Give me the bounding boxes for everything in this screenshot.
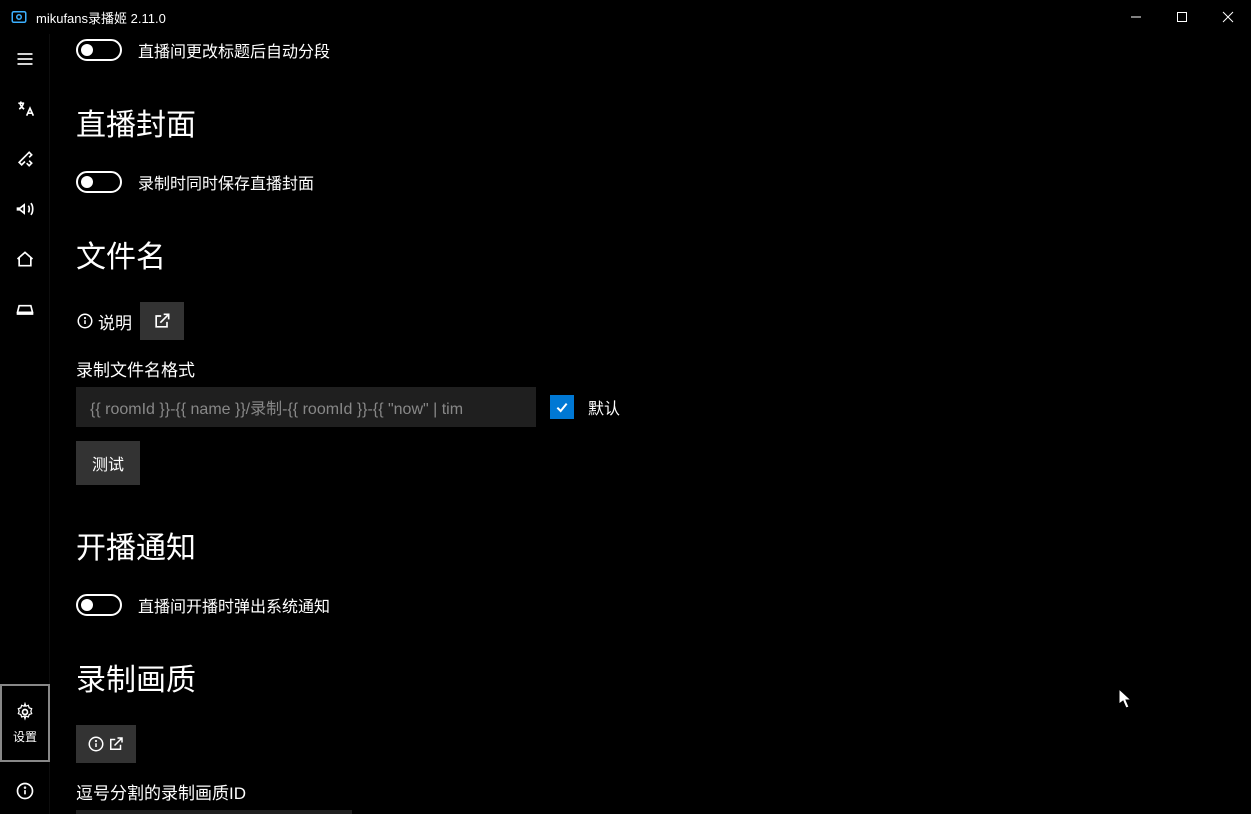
section-heading: 开播通知: [76, 523, 1225, 567]
info-circle-icon: [76, 312, 94, 330]
check-icon: [554, 399, 570, 415]
hamburger-menu-icon[interactable]: [0, 34, 50, 84]
titlebar: mikufans录播姬 2.11.0: [0, 0, 1251, 34]
section-quality: 录制画质 逗号分割的录制画质ID 默认: [76, 655, 1225, 814]
drive-icon[interactable]: [0, 284, 50, 334]
section-notify: 开播通知 直播间开播时弹出系统通知: [76, 523, 1225, 617]
auto-split-label: 直播间更改标题后自动分段: [138, 38, 330, 62]
info-circle-icon: [87, 735, 105, 753]
sidebar-item-label: 设置: [13, 728, 37, 745]
toolbox-icon[interactable]: [0, 134, 50, 184]
test-button[interactable]: 测试: [76, 441, 140, 485]
quality-ids-label: 逗号分割的录制画质ID: [76, 779, 1225, 804]
section-filename: 文件名 说明 录制文件名格式 默认 测试: [76, 232, 1225, 485]
external-link-icon: [107, 735, 125, 753]
info-icon[interactable]: [0, 768, 50, 814]
quality-ids-input[interactable]: [76, 810, 352, 814]
window-title: mikufans录播姬 2.11.0: [36, 8, 166, 27]
filename-format-input[interactable]: [76, 387, 536, 427]
section-heading: 文件名: [76, 232, 1225, 276]
save-cover-label: 录制时同时保存直播封面: [138, 170, 314, 194]
sidebar: 设置: [0, 34, 50, 814]
open-external-button[interactable]: [140, 302, 184, 340]
settings-content[interactable]: 直播间更改标题后自动分段 直播封面 录制时同时保存直播封面 文件名 说明: [50, 34, 1251, 814]
minimize-button[interactable]: [1113, 0, 1159, 34]
notify-toggle[interactable]: [76, 594, 122, 616]
default-label: 默认: [588, 395, 620, 419]
notify-label: 直播间开播时弹出系统通知: [138, 593, 330, 617]
announce-icon[interactable]: [0, 184, 50, 234]
gear-icon: [15, 702, 35, 722]
window-controls: [1113, 0, 1251, 34]
maximize-button[interactable]: [1159, 0, 1205, 34]
section-heading: 录制画质: [76, 655, 1225, 699]
save-cover-toggle[interactable]: [76, 171, 122, 193]
section-cover: 直播封面 录制时同时保存直播封面: [76, 100, 1225, 194]
desc-label: 说明: [76, 309, 132, 334]
filename-default-checkbox[interactable]: [550, 395, 574, 419]
filename-format-label: 录制文件名格式: [76, 356, 1225, 381]
auto-split-toggle[interactable]: [76, 39, 122, 61]
app-icon: [10, 8, 28, 26]
sidebar-item-settings[interactable]: 设置: [0, 684, 50, 762]
section-heading: 直播封面: [76, 100, 1225, 144]
external-link-icon: [152, 311, 172, 331]
close-button[interactable]: [1205, 0, 1251, 34]
translate-icon[interactable]: [0, 84, 50, 134]
home-icon[interactable]: [0, 234, 50, 284]
quality-info-button[interactable]: [76, 725, 136, 763]
